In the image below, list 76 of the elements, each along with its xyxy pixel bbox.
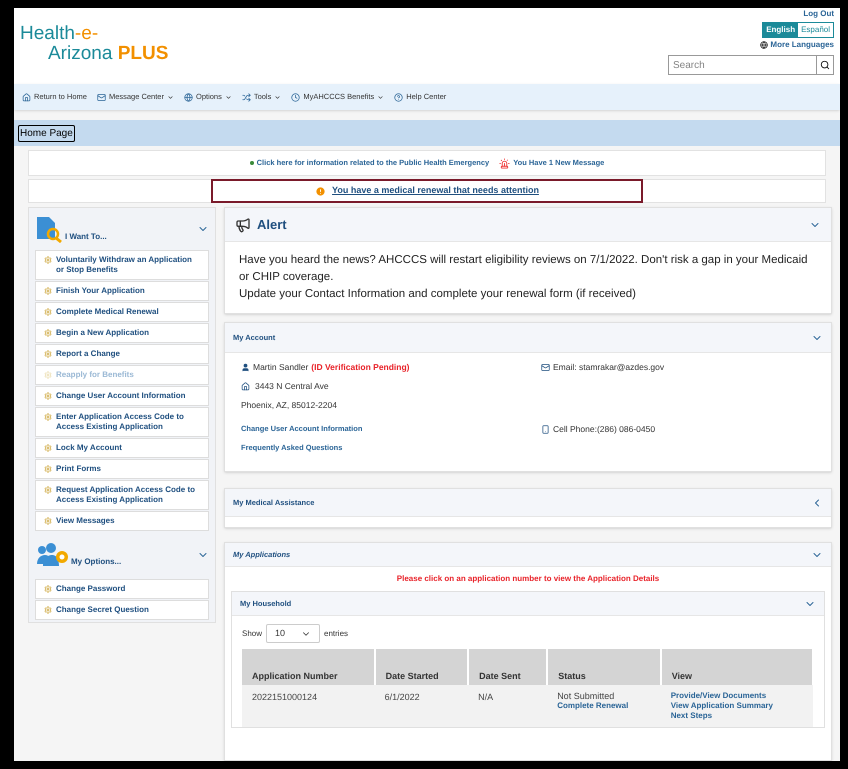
search-button[interactable] xyxy=(817,55,834,75)
table-link[interactable]: View Application Summary xyxy=(670,701,803,712)
warning-icon xyxy=(315,186,326,196)
nav-icon xyxy=(242,92,251,102)
nav-icon xyxy=(184,92,193,102)
gear-icon xyxy=(44,350,52,358)
gear-icon xyxy=(44,308,52,316)
sidebar-item[interactable]: Change Secret Question xyxy=(35,600,209,620)
gear-icon xyxy=(44,444,52,452)
gear-icon xyxy=(44,392,52,400)
account-phone: Cell Phone:(286) 086-0450 xyxy=(553,423,656,436)
gear-icon xyxy=(44,584,52,593)
table-cell: N/A xyxy=(468,685,548,728)
breadcrumb[interactable]: Home Page xyxy=(18,124,75,142)
gear-icon xyxy=(44,412,52,421)
email-icon xyxy=(541,362,550,372)
sidebar-item[interactable]: Change Password xyxy=(35,579,209,599)
sidebar-item[interactable]: Print Forms xyxy=(35,459,209,479)
people-gear-icon xyxy=(35,542,69,568)
nav-icon xyxy=(96,92,106,102)
panel-title: My Options... xyxy=(71,556,122,568)
gear-icon xyxy=(44,516,52,525)
sidebar-item[interactable]: View Messages xyxy=(35,511,209,531)
sidebar-item[interactable]: Finish Your Application xyxy=(35,281,209,301)
document-search-icon xyxy=(35,215,63,243)
nav-icon xyxy=(22,92,31,102)
page-size-select[interactable]: 10 xyxy=(266,624,320,644)
sidebar-item[interactable]: Request Application Access Code to Access Existing Application xyxy=(35,480,209,510)
panel-title: I Want To... xyxy=(65,231,107,243)
globe-icon xyxy=(760,41,768,49)
gear-icon xyxy=(44,370,52,379)
table-link[interactable]: Complete Renewal xyxy=(557,701,651,712)
nav-icon xyxy=(291,92,300,102)
gear-icon xyxy=(44,256,52,264)
account-name: Martin Sandler xyxy=(253,361,308,374)
sidebar-item[interactable]: Complete Medical Renewal xyxy=(35,302,209,322)
siren-icon xyxy=(499,158,510,168)
megaphone-icon xyxy=(235,216,251,232)
table-cell: 2022151000124 xyxy=(242,685,375,728)
sidebar-item[interactable]: Report a Change xyxy=(35,344,209,364)
show-label: Show xyxy=(242,628,262,640)
entries-label: entries xyxy=(324,628,348,640)
address-line: 3443 N Central Ave xyxy=(255,380,329,392)
logo[interactable]: Health-e- Arizona PLUS xyxy=(20,8,168,84)
renewal-alert-link[interactable]: You have a medical renewal that needs attention xyxy=(211,179,643,203)
alert-text: Have you heard the news? AHCCCS will restart eligibility reviews on 7/1/2022. Don't risk a gap in your Medicaid or CHIP coverage. xyxy=(239,253,809,285)
gear-icon xyxy=(44,464,52,473)
nav-icon xyxy=(394,92,404,102)
logout-link[interactable]: Log Out xyxy=(803,8,834,20)
phone-icon xyxy=(541,425,550,434)
sidebar-item[interactable]: Lock My Account xyxy=(35,438,209,458)
more-languages-link[interactable]: More Languages xyxy=(770,39,834,51)
verification-status: (ID Verification Pending) xyxy=(311,361,410,374)
alert-text: Update your Contact Information and complete your renewal form (if received) xyxy=(239,287,637,302)
table-link[interactable]: Provide/View Documents xyxy=(670,691,803,702)
user-icon xyxy=(241,362,250,372)
sidebar-item[interactable]: Begin a New Application xyxy=(35,323,209,343)
table-cell: 6/1/2022 xyxy=(374,685,468,728)
search-field[interactable]: Search xyxy=(668,55,817,75)
language-toggle[interactable]: English xyxy=(763,23,798,37)
status-text: Not Submitted xyxy=(557,691,616,702)
account-email: Email: stamrakar@azdes.gov xyxy=(553,361,664,374)
gear-icon xyxy=(44,286,52,295)
gear-icon xyxy=(44,486,52,494)
sidebar-item[interactable]: Change User Account Information xyxy=(35,386,209,406)
search-icon xyxy=(820,60,830,70)
instruction-text: Please click on an application number to view the Application Details xyxy=(396,573,660,586)
sidebar-item[interactable]: Voluntarily Withdraw an Application or Stop Benefits xyxy=(35,250,209,280)
dot-icon xyxy=(250,161,254,165)
home-icon xyxy=(241,382,250,391)
gear-icon xyxy=(44,606,52,614)
sidebar-item[interactable]: Enter Application Access Code to Access Existing Application xyxy=(35,407,209,437)
card-title: Alert xyxy=(257,216,287,234)
table-link[interactable]: Next Steps xyxy=(670,711,803,722)
gear-icon xyxy=(44,328,52,337)
address-line: Phoenix, AZ, 85012-2204 xyxy=(241,398,338,412)
